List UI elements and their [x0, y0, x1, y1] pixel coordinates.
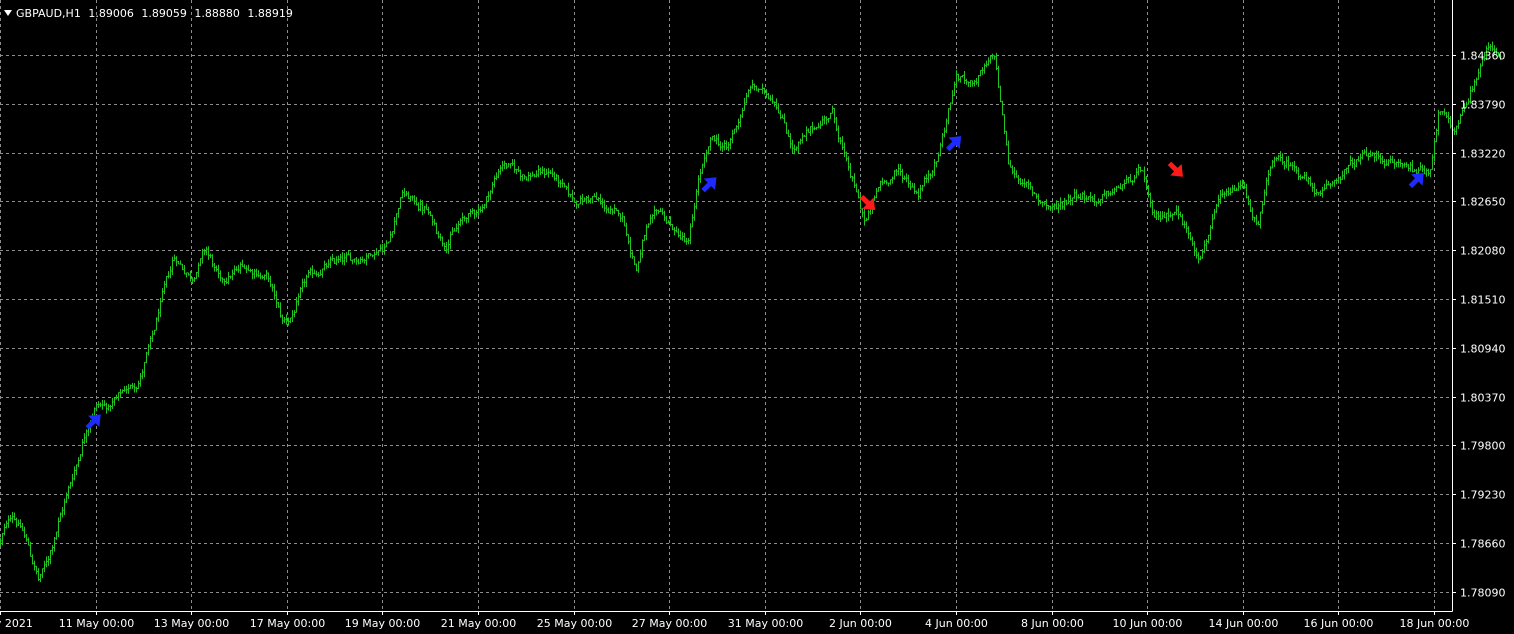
x-tick-label: 11 May 00:00	[59, 617, 134, 630]
high-price: 1.89059	[141, 7, 187, 20]
y-tick-label: 1.80940	[1460, 343, 1506, 356]
y-tick-label: 1.82080	[1460, 245, 1506, 258]
y-tick-label: 1.81510	[1460, 294, 1506, 307]
symbol-timeframe: GBPAUD,H1	[16, 7, 81, 20]
x-tick-label: 25 May 00:00	[537, 617, 612, 630]
y-tick-label: 1.84360	[1460, 50, 1506, 63]
x-tick-label: 18 Jun 00:00	[1400, 617, 1470, 630]
y-tick-label: 1.83220	[1460, 148, 1506, 161]
x-tick-label: 31 May 00:00	[728, 617, 803, 630]
x-tick-label: 19 May 00:00	[345, 617, 420, 630]
x-tick-label: 21 May 00:00	[441, 617, 516, 630]
y-tick-label: 1.78090	[1460, 587, 1506, 600]
x-tick-label: 27 May 00:00	[632, 617, 707, 630]
y-tick-label: 1.80370	[1460, 392, 1506, 405]
x-tick-label: 4 Jun 00:00	[925, 617, 988, 630]
open-price: 1.89006	[88, 7, 134, 20]
symbol-header[interactable]: GBPAUD,H1 1.89006 1.89059 1.88880 1.8891…	[4, 7, 297, 20]
x-tick-label: 2 Jun 00:00	[829, 617, 892, 630]
y-tick-label: 1.82650	[1460, 196, 1506, 209]
x-tick-label: 8 Jun 00:00	[1021, 617, 1084, 630]
x-tick-label: 13 May 00:00	[154, 617, 229, 630]
collapse-triangle-icon[interactable]	[4, 10, 12, 16]
chart-background	[0, 0, 1514, 630]
x-tick-label: 17 May 00:00	[250, 617, 325, 630]
y-tick-label: 1.83790	[1460, 99, 1506, 112]
x-tick-label: 14 Jun 00:00	[1209, 617, 1279, 630]
chart-window[interactable]: 1.84360 1.83790 1.83220 1.82650 1.82080 1.815…	[0, 0, 1514, 630]
price-chart[interactable]: 1.84360 1.83790 1.83220 1.82650 1.82080 1.815…	[0, 0, 1514, 630]
y-tick-label: 1.79230	[1460, 489, 1506, 502]
y-tick-label: 1.78660	[1460, 538, 1506, 551]
x-tick-label: 7 May 2021	[0, 617, 33, 630]
x-tick-label: 16 Jun 00:00	[1304, 617, 1374, 630]
low-price: 1.88880	[194, 7, 240, 20]
close-price: 1.88919	[247, 7, 293, 20]
y-tick-label: 1.79800	[1460, 440, 1506, 453]
x-tick-label: 10 Jun 00:00	[1113, 617, 1183, 630]
